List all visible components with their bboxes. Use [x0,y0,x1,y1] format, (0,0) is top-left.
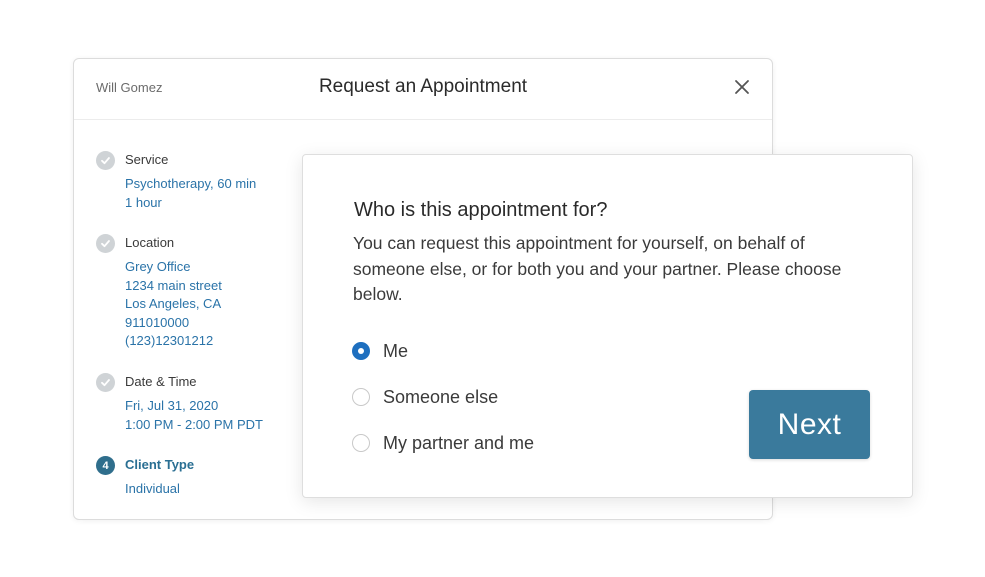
step-detail: Los Angeles, CA [125,296,222,311]
step-label: Location [125,235,175,250]
step-detail: Grey Office [125,259,191,274]
close-button[interactable] [732,77,752,97]
dialog-header: Will Gomez Request an Appointment [74,59,772,120]
step-label: Client Type [125,457,195,472]
option-label: My partner and me [383,433,535,453]
step-detail: Psychotherapy, 60 min [125,176,257,191]
option-label: Me [383,341,409,361]
checkmark-icon [96,234,115,253]
radio-button[interactable] [352,434,370,452]
step-detail: 1 hour [125,194,162,210]
step-detail: 1234 main street [125,277,222,293]
question-description: You can request this appointment for you… [353,233,842,304]
next-button[interactable]: Next [749,390,870,459]
checkmark-icon [96,151,115,170]
step-detail: Individual [125,481,180,496]
question-heading: Who is this appointment for? [354,199,608,221]
option-label: Someone else [383,387,499,407]
step-label: Service [125,152,169,167]
client-type-card: Who is this appointment for? You can req… [302,154,913,498]
step-detail: 1:00 PM - 2:00 PM PDT [125,416,263,432]
close-icon [735,80,749,94]
step-detail: (123)12301212 [125,333,214,348]
dialog-title: Request an Appointment [318,76,528,97]
step-label: Date & Time [125,374,197,389]
step-detail: Fri, Jul 31, 2020 [125,398,219,413]
checkmark-icon [96,373,115,392]
step-number-badge: 4 [96,456,115,475]
radio-button[interactable] [352,342,370,360]
radio-button[interactable] [352,388,370,406]
step-detail: 911010000 [125,314,190,330]
